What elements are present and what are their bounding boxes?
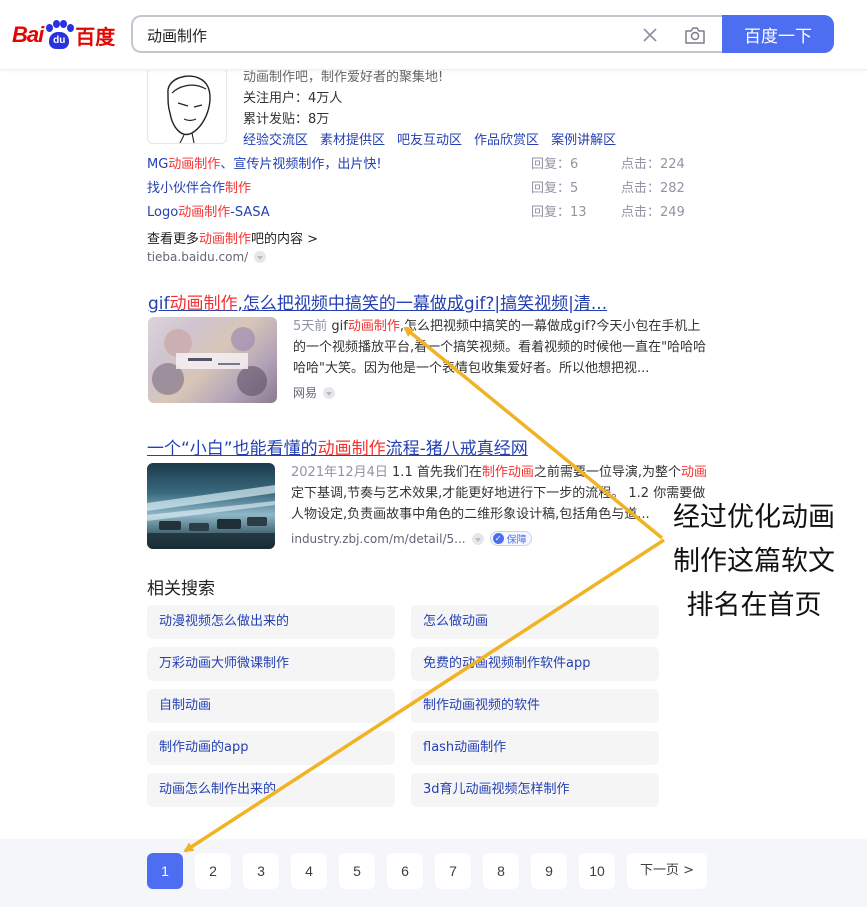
tieba-followers: 关注用户：4万人 bbox=[243, 91, 343, 106]
annotation-text: 经过优化动画 制作这篇软文 排名在首页 bbox=[664, 496, 844, 628]
thread-click-count: 点击：282 bbox=[621, 181, 685, 196]
source-url: industry.zbj.com/m/detail/5... bbox=[291, 531, 466, 546]
pagination-bar bbox=[0, 839, 867, 907]
related-search-item[interactable]: 免费的动画视频制作软件app bbox=[411, 647, 659, 681]
related-search-item[interactable]: 动画怎么制作出来的 bbox=[147, 773, 395, 807]
search-button[interactable]: 百度一下 bbox=[722, 15, 834, 53]
page-button[interactable]: 9 bbox=[531, 853, 567, 889]
guarantee-badge[interactable]: ✓ 保障 bbox=[489, 531, 532, 546]
result-title-link[interactable]: gif动画制作,怎么把视频中搞笑的一幕做成gif?|搞笑视频|清... bbox=[148, 289, 607, 314]
logo-paw-text: du bbox=[49, 32, 70, 49]
thread-title-link[interactable]: Logo动画制作-SASA bbox=[147, 201, 270, 220]
tieba-avatar[interactable] bbox=[147, 62, 227, 144]
tieba-thread-row: MG动画制作、宣传片视频制作，出片快! 回复：6 点击：224 bbox=[147, 153, 687, 173]
tieba-source: tieba.baidu.com/ bbox=[147, 250, 267, 264]
page-button[interactable]: 5 bbox=[339, 853, 375, 889]
see-more-link[interactable]: 查看更多动画制作吧的内容 > bbox=[147, 228, 318, 247]
tieba-thread-row: 找小伙伴合作制作 回复：5 点击：282 bbox=[147, 177, 687, 197]
result-source: industry.zbj.com/m/detail/5... ✓ 保障 bbox=[291, 531, 532, 546]
page-button[interactable]: 2 bbox=[195, 853, 231, 889]
result-thumbnail[interactable] bbox=[148, 317, 277, 403]
related-search-item[interactable]: 万彩动画大师微课制作 bbox=[147, 647, 395, 681]
paw-icon: du bbox=[44, 20, 75, 50]
thread-title-link[interactable]: MG动画制作、宣传片视频制作，出片快! bbox=[147, 153, 382, 172]
page-button[interactable]: 4 bbox=[291, 853, 327, 889]
source-name: 网易 bbox=[293, 386, 318, 400]
related-searches-title: 相关搜索 bbox=[147, 579, 215, 599]
result-snippet: 5天前 gif动画制作,怎么把视频中搞笑的一幕做成gif?今天小包在手机上的一个… bbox=[293, 319, 707, 376]
camera-icon[interactable] bbox=[684, 25, 706, 45]
search-input[interactable] bbox=[147, 25, 627, 45]
page-button[interactable]: 8 bbox=[483, 853, 519, 889]
related-search-item[interactable]: 3d育儿动画视频怎样制作 bbox=[411, 773, 659, 807]
related-search-item[interactable]: 动漫视频怎么做出来的 bbox=[147, 605, 395, 639]
tieba-tags: 经验交流区 素材提供区 吧友互动区 作品欣赏区 案例讲解区 bbox=[243, 129, 616, 148]
source-url: tieba.baidu.com/ bbox=[147, 250, 249, 264]
tieba-tag-link[interactable]: 素材提供区 bbox=[320, 129, 385, 148]
page-button[interactable]: 7 bbox=[435, 853, 471, 889]
thread-click-count: 点击：249 bbox=[621, 205, 685, 220]
logo-text-left: Bai bbox=[12, 22, 44, 47]
result-date: 2021年12月4日 bbox=[291, 465, 388, 480]
result-thumbnail[interactable] bbox=[147, 463, 275, 549]
clear-icon[interactable] bbox=[641, 26, 659, 44]
page-button-current[interactable]: 1 bbox=[147, 853, 183, 889]
related-search-item[interactable]: flash动画制作 bbox=[411, 731, 659, 765]
result-source: 网易 bbox=[293, 384, 336, 401]
tieba-tag-link[interactable]: 案例讲解区 bbox=[551, 129, 616, 148]
tieba-tag-link[interactable]: 作品欣赏区 bbox=[474, 129, 539, 148]
thread-reply-count: 回复：13 bbox=[531, 205, 587, 220]
tieba-tag-link[interactable]: 经验交流区 bbox=[243, 129, 308, 148]
thread-reply-count: 回复：6 bbox=[531, 157, 579, 172]
chevron-down-icon[interactable] bbox=[471, 532, 484, 545]
check-icon: ✓ bbox=[492, 533, 504, 544]
page-button[interactable]: 3 bbox=[243, 853, 279, 889]
annotation-line: 经过优化动画 bbox=[673, 502, 835, 533]
annotation-line: 排名在首页 bbox=[686, 590, 822, 621]
page-button[interactable]: 10 bbox=[579, 853, 615, 889]
page-button[interactable]: 6 bbox=[387, 853, 423, 889]
annotation-line: 制作这篇软文 bbox=[673, 546, 835, 577]
thread-click-count: 点击：224 bbox=[621, 157, 685, 172]
related-search-item[interactable]: 制作动画的app bbox=[147, 731, 395, 765]
related-search-item[interactable]: 怎么做动画 bbox=[411, 605, 659, 639]
header-bar: Bai du 百度 百度一下 bbox=[0, 0, 867, 70]
result-title-link[interactable]: 一个“小白”也能看懂的动画制作流程-猪八戒真经网 bbox=[147, 434, 528, 459]
baidu-logo[interactable]: Bai du 百度 bbox=[12, 16, 115, 54]
thread-reply-count: 回复：5 bbox=[531, 181, 579, 196]
search-box bbox=[131, 15, 723, 53]
related-search-item[interactable]: 自制动画 bbox=[147, 689, 395, 723]
chevron-down-icon[interactable] bbox=[323, 386, 336, 399]
related-search-item[interactable]: 制作动画视频的软件 bbox=[411, 689, 659, 723]
tieba-thread-row: Logo动画制作-SASA 回复：13 点击：249 bbox=[147, 201, 687, 221]
chevron-down-icon[interactable] bbox=[254, 251, 267, 263]
tieba-posts: 累计发贴：8万 bbox=[243, 112, 330, 127]
result-date: 5天前 bbox=[293, 319, 328, 334]
result-snippet: 2021年12月4日 1.1 首先我们在制作动画之前需要一位导演,为整个动画定下… bbox=[291, 465, 708, 522]
logo-text-right: 百度 bbox=[75, 24, 116, 49]
thread-title-link[interactable]: 找小伙伴合作制作 bbox=[147, 177, 251, 196]
next-page-button[interactable]: 下一页 > bbox=[627, 853, 707, 889]
tieba-tag-link[interactable]: 吧友互动区 bbox=[397, 129, 462, 148]
